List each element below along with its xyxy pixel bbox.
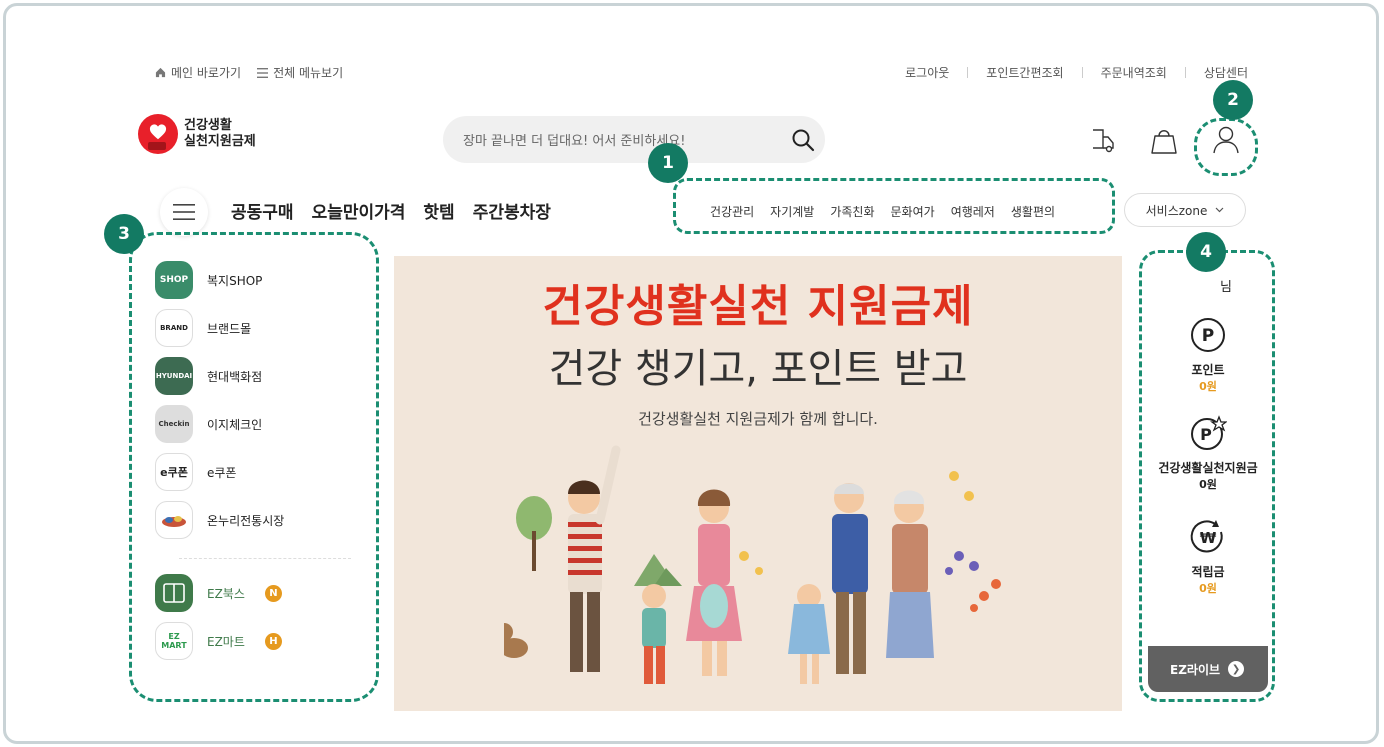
- home-link-label: 메인 바로가기: [171, 66, 242, 80]
- utility-left: 메인 바로가기 전체 메뉴보기: [155, 64, 343, 81]
- order-check-link[interactable]: 주문내역조회: [1101, 64, 1167, 81]
- family-exercise-illustration: [504, 445, 1001, 684]
- divider: [1081, 67, 1083, 78]
- logout-link[interactable]: 로그아웃: [905, 64, 949, 81]
- search-input[interactable]: 장마 끝나면 더 덥대요! 어서 준비하세요!: [463, 130, 781, 149]
- logo-mark: [138, 114, 178, 154]
- annotation-badge-1: 1: [648, 143, 688, 183]
- support-link[interactable]: 상담센터: [1204, 64, 1248, 81]
- service-zone-label: 서비스zone: [1145, 203, 1208, 218]
- service-zone-dropdown[interactable]: 서비스zone: [1124, 193, 1246, 227]
- main-nav-item[interactable]: 주간봉차장: [473, 198, 551, 223]
- menu-icon: [257, 67, 269, 78]
- shopping-bag-icon: [1151, 130, 1177, 154]
- banner-title: 건강생활실천 지원금제: [542, 281, 974, 332]
- home-icon: [155, 67, 166, 78]
- logo-line1: 건강생활: [184, 118, 232, 133]
- main-nav-item[interactable]: 공동구매: [231, 198, 294, 223]
- main-nav-item[interactable]: 오늘만이가격: [312, 198, 406, 223]
- point-check-link[interactable]: 포인트간편조회: [986, 64, 1063, 81]
- logo-text: 건강생활 실천지원금제: [184, 118, 256, 150]
- cart-button[interactable]: [1146, 120, 1182, 160]
- chevron-down-icon: [1215, 207, 1224, 213]
- allmenu-link[interactable]: 전체 메뉴보기: [257, 64, 343, 81]
- highlight-box-1: [673, 178, 1115, 234]
- allmenu-link-label: 전체 메뉴보기: [273, 66, 344, 80]
- highlight-box-2: [1194, 118, 1258, 176]
- annotation-badge-2: 2: [1213, 80, 1253, 120]
- hamburger-icon: [173, 204, 195, 220]
- search-icon: [792, 129, 815, 151]
- highlight-box-3: [129, 232, 379, 702]
- main-banner[interactable]: 건강생활실천 지원금제 건강 챙기고, 포인트 받고 건강생활실천 지원금제가 …: [394, 256, 1122, 711]
- heart-icon: [149, 124, 167, 140]
- banner-subtitle: 건강 챙기고, 포인트 받고: [548, 346, 968, 392]
- main-nav: 공동구매 오늘만이가격 핫템 주간봉차장: [231, 198, 551, 223]
- highlight-box-4: [1139, 250, 1275, 702]
- site-logo[interactable]: 건강생활 실천지원금제: [138, 114, 256, 154]
- annotation-badge-3: 3: [104, 214, 144, 254]
- utility-right: 로그아웃 포인트간편조회 주문내역조회 상담센터: [905, 64, 1248, 81]
- hamburger-button[interactable]: [160, 188, 208, 236]
- delivery-icon: [1093, 129, 1114, 153]
- logo-line2: 실천지원금제: [184, 134, 256, 149]
- home-link[interactable]: 메인 바로가기: [155, 64, 241, 81]
- main-nav-item[interactable]: 핫템: [423, 198, 454, 223]
- annotation-badge-4: 4: [1186, 232, 1226, 272]
- delivery-button[interactable]: [1086, 120, 1122, 160]
- search-bar[interactable]: 장마 끝나면 더 덥대요! 어서 준비하세요!: [443, 116, 825, 163]
- banner-description: 건강생활실천 지원금제가 함께 합니다.: [638, 410, 878, 428]
- divider: [1184, 67, 1186, 78]
- search-button[interactable]: [781, 118, 825, 162]
- divider: [967, 67, 969, 78]
